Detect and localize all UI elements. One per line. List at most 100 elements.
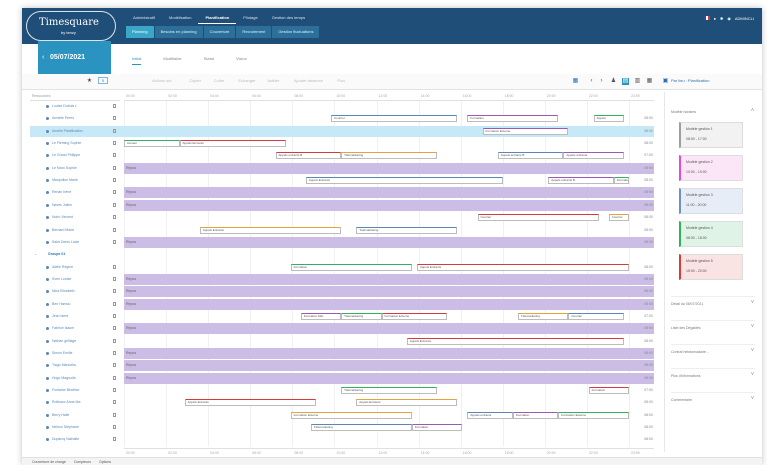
resource-row[interactable]: Sven Louise [30, 274, 124, 285]
resource-row[interactable]: Adèle Régine [30, 262, 124, 273]
chevron-right-icon[interactable]: › [598, 78, 605, 85]
resource-row[interactable]: Duparcq Nathalie [30, 434, 124, 445]
resource-row[interactable]: Amélie Planification [30, 125, 124, 137]
planning-event[interactable]: Appels entrants B [275, 152, 342, 160]
lock-icon[interactable] [113, 412, 116, 417]
planning-event[interactable]: Formation Externe [381, 312, 448, 320]
lock-icon[interactable] [113, 326, 116, 331]
planning-event[interactable]: Appels entrants B [548, 177, 614, 185]
resource-row[interactable]: Noiro Vincent [30, 212, 124, 223]
chevron-down-icon[interactable]: ˅ [749, 300, 756, 307]
status-bar-tab[interactable]: Compteurs [74, 460, 91, 464]
main-nav-item[interactable]: Administratif [126, 12, 162, 24]
week-view-icon[interactable]: ▥ [634, 78, 641, 85]
planning-event[interactable]: Formation [512, 411, 559, 419]
toolbar-action[interactable]: Plus [337, 78, 345, 83]
resource-row[interactable]: Ben Hamou [30, 299, 124, 310]
view-tab[interactable]: Statut [204, 56, 214, 65]
french-flag-icon[interactable] [703, 16, 710, 20]
month-view-icon[interactable]: ▦ [646, 78, 653, 85]
planning-event[interactable]: Appels Entrants [184, 399, 316, 407]
main-nav-item[interactable]: Gestion des temps [265, 12, 312, 24]
planning-event[interactable]: Formation [613, 177, 629, 185]
location-filter[interactable]: Par lieu : Planification [671, 78, 709, 83]
lock-icon[interactable] [113, 128, 116, 133]
chevron-left-icon[interactable]: ‹ [42, 54, 44, 61]
resource-row[interactable]: Renan Irène [30, 187, 124, 198]
sub-nav-tab[interactable]: Couverture [203, 26, 236, 38]
planning-event[interactable]: Télémarketing [310, 424, 412, 432]
planning-event[interactable]: Appels entrants B [497, 152, 564, 160]
planning-event[interactable]: Appels Entrants [356, 399, 458, 407]
planning-event[interactable]: Appels Entrants [416, 263, 629, 271]
planning-event[interactable]: Courrier [331, 115, 458, 123]
resource-row[interactable]: Tiago Manuella [30, 360, 124, 371]
lock-icon[interactable] [113, 313, 116, 318]
planning-event[interactable]: Appels Entrants [305, 177, 503, 185]
resource-row[interactable]: Le Fleming Sophie [30, 138, 124, 149]
resource-row[interactable]: Nathan grilliage [30, 336, 124, 347]
resource-row[interactable]: Hugo Magnolia [30, 373, 124, 384]
resource-row[interactable]: Bernard Marie [30, 225, 124, 236]
panel-section[interactable]: Détail du 05/07/2021 [671, 302, 703, 306]
chevron-down-icon[interactable]: ˅ [749, 324, 756, 331]
resource-row[interactable]: Fontaine Béatrice [30, 385, 124, 396]
planning-event[interactable]: Formation [467, 115, 559, 123]
resource-row[interactable]: Le Maro Sophie [30, 163, 124, 174]
resource-row[interactable]: Le Grand Philippe [30, 150, 124, 161]
status-bar-tab[interactable]: Couverture de charge [32, 460, 66, 464]
planning-event[interactable]: Formation Externe [558, 411, 629, 419]
toolbar-action[interactable]: Coller [214, 78, 224, 83]
view-tab[interactable]: Vision [236, 56, 247, 65]
planning-event[interactable]: Appels Entrants [199, 226, 342, 234]
resource-row[interactable]: Rolleaux Anne Ma [30, 397, 124, 408]
chevron-up-icon[interactable]: ˄ [749, 108, 756, 115]
chevron-left-icon[interactable]: ‹ [588, 78, 595, 85]
schedule-model-card[interactable]: Modèle gestion 3 11:00 - 20:00 [679, 188, 743, 214]
chevron-down-icon[interactable]: ⌄ [34, 249, 37, 260]
resource-row[interactable]: Jean Isere [30, 311, 124, 322]
timesquare-logo[interactable]: Timesquare by tenzy [26, 11, 116, 41]
planning-event[interactable]: Appels Entrants [179, 140, 286, 148]
lock-icon[interactable] [113, 165, 116, 170]
toolbar-action[interactable]: Actions sel. [152, 78, 172, 83]
lock-icon[interactable] [113, 104, 116, 108]
lock-icon[interactable] [113, 363, 116, 368]
planning-event[interactable]: Formation Externe [482, 127, 569, 135]
toolbar-action[interactable]: Echanger [238, 78, 255, 83]
lock-icon[interactable] [113, 375, 116, 380]
schedule-model-card[interactable]: Modèle gestion 5 15:00 - 20:00 [679, 254, 743, 280]
toolbar-action[interactable]: Valider [267, 78, 279, 83]
planning-event[interactable]: Appels entrants [467, 411, 513, 419]
panel-section[interactable]: Commentaire [671, 398, 692, 402]
sub-nav-tab[interactable]: Besoins en planning [154, 26, 203, 38]
zoom-value[interactable]: 5 [98, 77, 109, 84]
toolbar-action[interactable]: Ajouter absence [294, 78, 323, 83]
lock-icon[interactable] [113, 202, 116, 207]
planning-event[interactable]: Formation [588, 387, 629, 395]
planning-event[interactable]: Formation [290, 263, 412, 271]
planning-event[interactable]: Formation Externe [290, 411, 412, 419]
chevron-down-icon[interactable]: ˅ [749, 396, 756, 403]
resource-row[interactable]: Nina Elisabeth [30, 286, 124, 297]
lock-icon[interactable] [113, 116, 116, 121]
panel-section[interactable]: Contrat hebdomadaire... [671, 350, 709, 354]
lock-icon[interactable] [113, 351, 116, 355]
help-icon[interactable]: ◉ [727, 16, 731, 21]
lock-icon[interactable] [113, 338, 116, 343]
calendar-icon[interactable]: ▦ [572, 78, 579, 85]
resource-row[interactable]: Saint Denis Lucie [30, 237, 124, 248]
lock-icon[interactable] [113, 215, 116, 220]
planning-event[interactable]: Courrier [568, 312, 624, 320]
sub-nav-tab[interactable]: Recrutement [236, 26, 272, 38]
schedule-model-card[interactable]: Modèle gestion 1 08:00 - 17:00 [679, 122, 743, 148]
schedule-model-card[interactable]: Modèle gestion 4 08:00 - 18:00 [679, 221, 743, 247]
view-tab[interactable]: Modifiable [163, 56, 181, 65]
planning-event[interactable]: Courrier [608, 214, 629, 222]
lock-icon[interactable] [113, 190, 116, 195]
planning-event[interactable]: Télémarketing [517, 312, 569, 320]
toolbar-action[interactable]: Copier [189, 78, 201, 83]
lock-icon[interactable] [113, 239, 116, 244]
settings-icon[interactable]: ✱ [720, 16, 723, 21]
panel-section[interactable]: Plus d'informations [671, 374, 700, 378]
